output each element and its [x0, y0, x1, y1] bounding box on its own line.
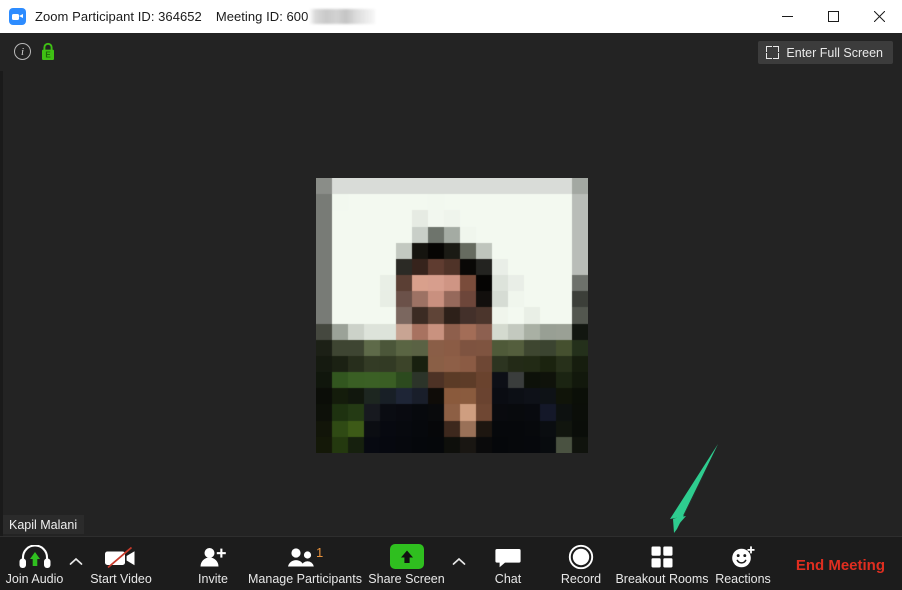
join-audio-label: Join Audio: [5, 572, 64, 586]
share-screen-label: Share Screen: [368, 572, 445, 586]
participant-name-text: Kapil Malani: [9, 517, 78, 532]
reactions-button[interactable]: Reactions: [710, 543, 776, 586]
end-meeting-button[interactable]: End Meeting: [796, 557, 885, 574]
add-person-icon: [198, 543, 228, 570]
start-video-label: Start Video: [90, 572, 152, 586]
zoom-camera-icon: [9, 8, 26, 25]
record-button[interactable]: Record: [552, 543, 610, 586]
record-circle-icon: [568, 543, 594, 570]
participant-name-label: Kapil Malani: [3, 515, 85, 534]
chat-label: Chat: [494, 572, 522, 586]
share-screen-caret-icon[interactable]: [451, 556, 467, 568]
green-arrow-annotation: [670, 443, 720, 533]
manage-participants-label: Manage Participants: [248, 572, 362, 586]
grid-squares-icon: [650, 543, 674, 570]
manage-participants-button[interactable]: 1 Manage Participants: [240, 543, 370, 586]
info-icon[interactable]: i: [14, 43, 31, 60]
video-stage: Kapil Malani: [0, 71, 902, 537]
reactions-label: Reactions: [715, 572, 771, 586]
close-button[interactable]: [856, 0, 902, 33]
window-controls: [764, 0, 902, 33]
info-glyph: i: [20, 45, 25, 58]
speech-bubble-icon: [494, 543, 522, 570]
enter-full-screen-label: Enter Full Screen: [786, 45, 883, 60]
join-audio-button[interactable]: Join Audio: [6, 543, 63, 586]
camera-off-icon: [103, 543, 139, 570]
enter-full-screen-button[interactable]: Enter Full Screen: [758, 41, 893, 64]
zoom-meeting-window: Zoom Participant ID: 364652 Meeting ID: …: [0, 0, 902, 590]
encryption-lock-icon[interactable]: E: [41, 42, 55, 61]
participant-video-tile[interactable]: [316, 178, 588, 453]
breakout-rooms-label: Breakout Rooms: [615, 572, 709, 586]
headset-join-audio-icon: [18, 543, 52, 570]
minimize-button[interactable]: [764, 0, 810, 33]
pixelated-video-image: [316, 178, 588, 453]
record-label: Record: [560, 572, 602, 586]
smiley-plus-icon: [729, 543, 757, 570]
title-bar: Zoom Participant ID: 364652 Meeting ID: …: [0, 0, 902, 34]
window-title-meeting-id: Meeting ID: 600: [215, 9, 309, 24]
meeting-top-bar: i E Enter Full Screen: [0, 33, 902, 71]
invite-label: Invite: [198, 572, 228, 586]
window-title-participant-id: Zoom Participant ID: 364652: [35, 9, 202, 24]
start-video-button[interactable]: Start Video: [88, 543, 154, 586]
breakout-rooms-button[interactable]: Breakout Rooms: [613, 543, 711, 586]
meeting-controls-toolbar: Join Audio Start Video Invite 1 Manage P…: [0, 536, 902, 590]
participants-icon: 1: [285, 543, 325, 570]
expand-corners-icon: [766, 46, 780, 59]
svg-text:E: E: [45, 50, 51, 59]
maximize-button[interactable]: [810, 0, 856, 33]
share-screen-up-arrow-icon: [389, 543, 424, 570]
join-audio-caret-icon[interactable]: [68, 556, 84, 568]
chat-button[interactable]: Chat: [483, 543, 533, 586]
meeting-id-redaction: [309, 9, 376, 24]
invite-button[interactable]: Invite: [185, 543, 241, 586]
participants-count-badge: 1: [316, 545, 324, 560]
end-meeting-label: End Meeting: [795, 557, 885, 574]
share-screen-button[interactable]: Share Screen: [365, 543, 448, 586]
